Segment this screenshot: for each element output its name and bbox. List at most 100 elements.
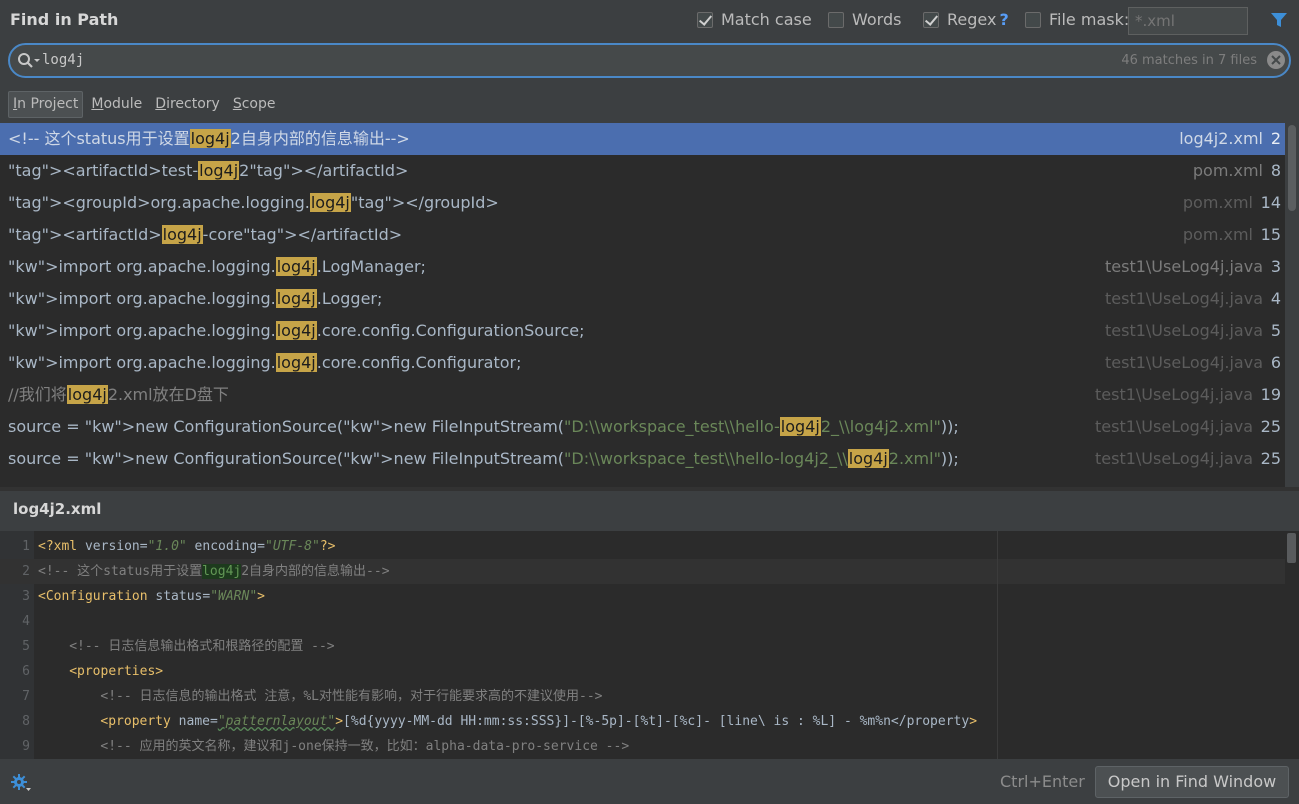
line-number: 4: [22, 614, 30, 629]
result-row[interactable]: <!-- 这个status用于设置log4j2自身内部的信息输出--> log4j…: [0, 123, 1285, 155]
code-text: <!-- 日志信息输出格式和根路径的配置 -->: [69, 639, 335, 654]
result-text: "kw">import org.apache.logging.log4j.Log…: [8, 257, 426, 276]
result-file: test1\UseLog4j.java: [1105, 257, 1263, 276]
code-text: <property name="patternlayout">[%d{yyyy-…: [100, 714, 978, 729]
code-line: 7 <!-- 日志信息的输出格式 注意，%L对性能有影响，对于行能要求高的不建议使…: [0, 684, 1285, 709]
result-row[interactable]: "tag"><artifactId>test-log4j2"tag"></art…: [0, 155, 1285, 187]
line-number: 9: [22, 739, 30, 754]
words-label: Words: [852, 10, 902, 29]
result-line-number: 15: [1260, 225, 1281, 244]
result-file: test1\UseLog4j.java: [1105, 289, 1263, 308]
code-line: 9 <!-- 应用的英文名称，建议和j-one保持一致，比如：alpha-data…: [0, 734, 1285, 759]
result-row[interactable]: "kw">import org.apache.logging.log4j.cor…: [0, 315, 1285, 347]
match-case-checkbox[interactable]: [697, 11, 713, 28]
editor-scrollbar[interactable]: [1285, 531, 1299, 759]
words-checkbox[interactable]: [828, 11, 844, 28]
preview-editor[interactable]: 1 <?xml version="1.0" encoding="UTF-8"?> 2…: [0, 531, 1299, 759]
code-text: <Configuration status="WARN">: [38, 589, 265, 604]
result-text: "kw">import org.apache.logging.log4j.Log…: [8, 289, 383, 308]
code-line: 5 <!-- 日志信息输出格式和根路径的配置 -->: [0, 634, 1285, 659]
file-mask-input[interactable]: [1128, 7, 1248, 35]
code-line: 2 <!-- 这个status用于设置log4j2自身内部的信息输出-->: [0, 559, 1285, 584]
code-line: 4: [0, 609, 1285, 634]
code-line: 6 <properties>: [0, 659, 1285, 684]
file-mask-checkbox[interactable]: [1025, 11, 1041, 28]
filter-icon[interactable]: [1270, 12, 1288, 28]
result-text: source = "kw">new ConfigurationSource("k…: [8, 417, 959, 436]
words-option[interactable]: Words: [828, 10, 901, 29]
find-in-path-header: Find in Path Match case Words Regex ? Fi…: [0, 0, 1299, 40]
result-file: test1\UseLog4j.java: [1095, 417, 1253, 436]
result-text: //我们将log4j2.xml放在D盘下: [8, 385, 229, 404]
result-row[interactable]: source = "kw">new ConfigurationSource("k…: [0, 443, 1285, 475]
result-row[interactable]: source = "kw">new ConfigurationSource("k…: [0, 411, 1285, 443]
result-line-number: 4: [1270, 289, 1281, 308]
result-file: pom.xml: [1182, 193, 1253, 212]
result-file: log4j2.xml: [1179, 129, 1263, 148]
result-text: "kw">import org.apache.logging.log4j.cor…: [8, 353, 522, 372]
line-number: 2: [22, 564, 30, 579]
result-row[interactable]: "kw">import org.apache.logging.log4j.Log…: [0, 251, 1285, 283]
search-field[interactable]: 46 matches in 7 files: [8, 43, 1291, 78]
tab-scope[interactable]: Scope: [228, 91, 281, 118]
results-scrollbar[interactable]: [1285, 123, 1299, 487]
line-number: 6: [22, 664, 30, 679]
result-line-number: 6: [1270, 353, 1281, 372]
result-text: source = "kw">new ConfigurationSource("k…: [8, 449, 959, 468]
result-line-number: 25: [1260, 417, 1281, 436]
file-mask-option[interactable]: File mask:: [1025, 10, 1129, 29]
editor-scrollbar-thumb[interactable]: [1287, 533, 1296, 563]
dialog-title: Find in Path: [10, 10, 119, 29]
code-line: 1 <?xml version="1.0" encoding="UTF-8"?>: [0, 534, 1285, 559]
result-line-number: 5: [1270, 321, 1281, 340]
result-file: pom.xml: [1182, 225, 1253, 244]
match-case-option[interactable]: Match case: [697, 10, 812, 29]
preview-header: log4j2.xml: [0, 491, 1299, 531]
scope-tabs: In Project Module Directory Scope: [8, 91, 283, 118]
open-in-find-window-button[interactable]: Open in Find Window: [1095, 766, 1289, 798]
search-input[interactable]: [42, 52, 642, 68]
right-margin-guide: [997, 531, 998, 759]
result-row[interactable]: "kw">import org.apache.logging.log4j.cor…: [0, 347, 1285, 379]
result-row[interactable]: "tag"><artifactId>log4j-core"tag"></arti…: [0, 219, 1285, 251]
code-text: <?xml version="1.0" encoding="UTF-8"?>: [38, 539, 336, 554]
match-count: 46 matches in 7 files: [1121, 53, 1257, 68]
code-line: 3 <Configuration status="WARN">: [0, 584, 1285, 609]
result-file: test1\UseLog4j.java: [1095, 385, 1253, 404]
code-text: <!-- 这个status用于设置log4j2自身内部的信息输出-->: [38, 564, 390, 579]
code-text: <!-- 应用的英文名称，建议和j-one保持一致，比如：alpha-data-…: [100, 739, 630, 754]
result-file: test1\UseLog4j.java: [1105, 321, 1263, 340]
footer-bar: Ctrl+Enter Open in Find Window: [0, 759, 1299, 804]
regex-checkbox[interactable]: [923, 11, 939, 28]
tab-in-project[interactable]: In Project: [8, 91, 84, 118]
result-text: <!-- 这个status用于设置log4j2自身内部的信息输出-->: [8, 129, 410, 148]
results-scrollbar-thumb[interactable]: [1288, 125, 1296, 211]
tab-module[interactable]: Module: [86, 91, 147, 118]
gear-icon[interactable]: [10, 773, 32, 793]
code-text: <!-- 日志信息的输出格式 注意，%L对性能有影响，对于行能要求高的不建议使用…: [100, 689, 603, 704]
search-icon[interactable]: [16, 51, 42, 71]
result-row[interactable]: "tag"><groupId>org.apache.logging.log4j"…: [0, 187, 1285, 219]
clear-icon[interactable]: [1266, 50, 1286, 70]
result-line-number: 19: [1260, 385, 1281, 404]
line-number: 8: [22, 714, 30, 729]
result-file: pom.xml: [1192, 161, 1263, 180]
file-mask-label: File mask:: [1049, 10, 1130, 29]
result-text: "tag"><artifactId>test-log4j2"tag"></art…: [8, 161, 409, 180]
line-number: 1: [22, 539, 30, 554]
result-text: "tag"><artifactId>log4j-core"tag"></arti…: [8, 225, 403, 244]
result-file: test1\UseLog4j.java: [1095, 449, 1253, 468]
result-text: "kw">import org.apache.logging.log4j.cor…: [8, 321, 585, 340]
result-line-number: 2: [1270, 129, 1281, 148]
regex-option[interactable]: Regex ?: [923, 10, 1009, 29]
shortcut-hint: Ctrl+Enter: [1000, 772, 1085, 791]
tab-directory[interactable]: Directory: [150, 91, 225, 118]
result-row[interactable]: "kw">import org.apache.logging.log4j.Log…: [0, 283, 1285, 315]
line-number: 7: [22, 689, 30, 704]
regex-help-link[interactable]: ?: [999, 10, 1008, 29]
result-row[interactable]: //我们将log4j2.xml放在D盘下 test1\UseLog4j.java 1…: [0, 379, 1285, 411]
regex-label: Regex: [947, 10, 997, 29]
preview-file-name: log4j2.xml: [13, 500, 102, 518]
result-line-number: 14: [1260, 193, 1281, 212]
code-line: 8 <property name="patternlayout">[%d{yyyy…: [0, 709, 1285, 734]
